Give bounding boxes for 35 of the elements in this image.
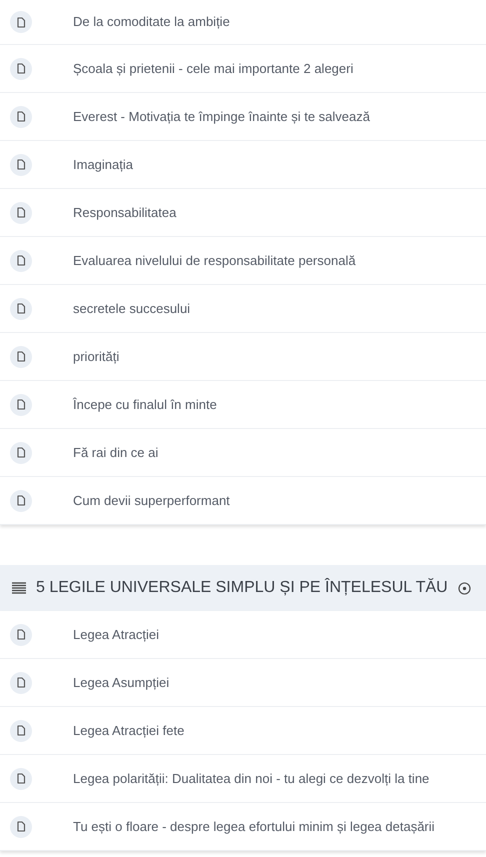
document-icon — [10, 346, 32, 368]
document-icon — [10, 442, 32, 464]
document-icon — [10, 106, 32, 128]
section-header[interactable]: 5 LEGILE UNIVERSALE SIMPLU ȘI PE ÎNȚELESUL TĂU — [0, 565, 486, 611]
document-icon — [10, 298, 32, 320]
section-title: 5 LEGILE UNIVERSALE SIMPLU ȘI PE ÎNȚELESUL TĂU — [36, 577, 448, 598]
lesson-link[interactable]: secretele succesului — [73, 298, 190, 318]
lesson-link[interactable]: Everest - Motivația te împinge înainte și te salvează — [73, 106, 370, 126]
document-icon — [10, 624, 32, 646]
document-icon — [10, 394, 32, 416]
document-icon — [10, 490, 32, 512]
document-icon — [10, 202, 32, 224]
lesson-link[interactable]: Tu ești o floare - despre legea efortului minim și legea detașării — [73, 816, 435, 836]
lesson-link[interactable]: Imaginația — [73, 154, 133, 174]
document-icon — [10, 11, 32, 33]
lesson-link[interactable]: Cum devii superperformant — [73, 490, 230, 510]
lesson-link[interactable]: Evaluarea nivelului de responsabilitate personală — [73, 250, 356, 270]
lesson-link[interactable]: Școala și prietenii - cele mai importante 2 alegeri — [73, 58, 354, 78]
lesson-link[interactable]: Legea polarității: Dualitatea din noi - tu alegi ce dezvolți la tine — [73, 768, 430, 788]
document-icon — [10, 58, 32, 80]
list-icon — [12, 582, 26, 594]
document-icon — [10, 154, 32, 176]
lesson-link[interactable]: Responsabilitatea — [73, 202, 176, 222]
document-icon — [10, 672, 32, 694]
document-icon — [10, 768, 32, 790]
lesson-link[interactable]: priorități — [73, 346, 120, 366]
lesson-link[interactable]: De la comoditate la ambiție — [73, 12, 230, 32]
document-icon — [10, 816, 32, 838]
lesson-link[interactable]: Legea Atracției — [73, 624, 160, 644]
document-icon — [10, 720, 32, 742]
document-icon — [10, 250, 32, 272]
lesson-link[interactable]: Începe cu finalul în minte — [73, 394, 217, 414]
lesson-link[interactable]: Legea Asumpției — [73, 672, 170, 692]
lesson-link[interactable]: Fă rai din ce ai — [73, 442, 158, 462]
lesson-link[interactable]: Legea Atracției fete — [73, 720, 184, 740]
